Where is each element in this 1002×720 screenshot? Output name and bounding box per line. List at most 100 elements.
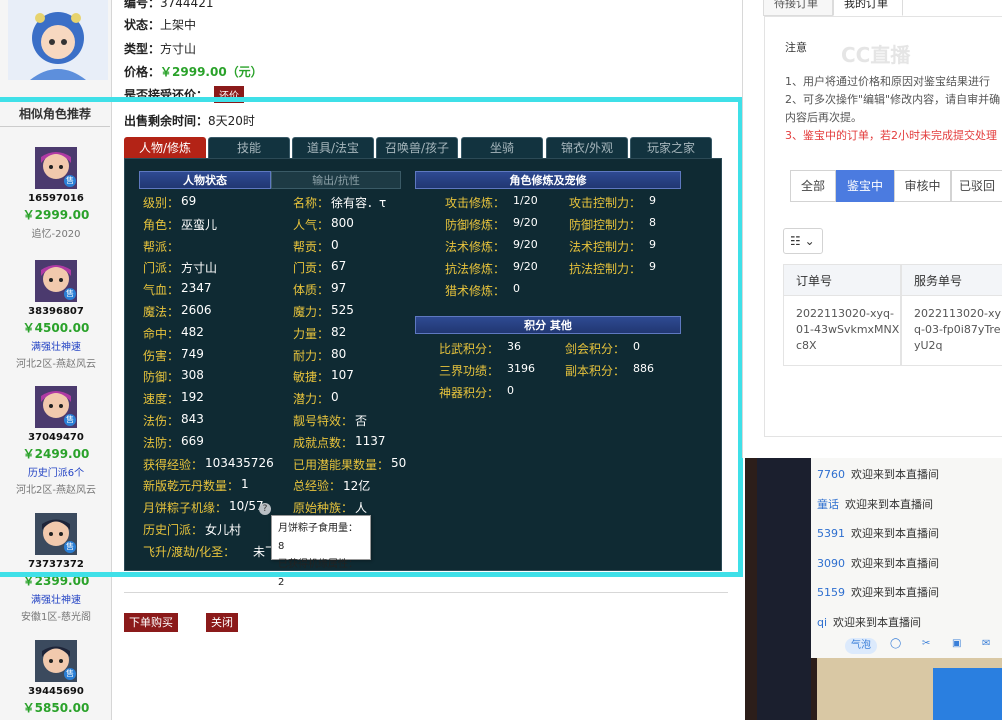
tab-my-orders[interactable]: 我的订单: [833, 0, 903, 16]
role-id: 39445690: [28, 686, 84, 697]
points-label: 神器积分：: [439, 386, 500, 400]
filter-appraising[interactable]: 鉴宝中: [836, 170, 894, 202]
filter-all[interactable]: 全部: [790, 170, 836, 202]
filter-rejected[interactable]: 已驳回: [951, 170, 1002, 202]
cultivation-label: 法术修炼：: [445, 240, 506, 254]
bubble-button[interactable]: 气泡: [845, 638, 877, 654]
detail-tabs: 人物/修炼 技能 道具/法宝 召唤兽/孩子 坐骑 锦衣/外观 玩家之家: [124, 137, 724, 159]
notice-title: 注意: [785, 41, 807, 54]
role-thumbnail[interactable]: 售: [35, 147, 77, 189]
points-label: 剑会积分：: [565, 342, 626, 356]
tab-character[interactable]: 人物/修炼: [124, 137, 206, 158]
col-service-no: 服务单号: [901, 264, 1002, 296]
filter-reviewing[interactable]: 审核中: [894, 170, 951, 202]
chat-username[interactable]: 童话: [817, 498, 839, 511]
tab-skills[interactable]: 技能: [208, 137, 290, 158]
close-button[interactable]: 关闭: [206, 613, 238, 632]
stat-label: 成就点数：: [293, 435, 354, 450]
output-resist-header[interactable]: 输出/抗性: [271, 171, 401, 189]
control-value: 9: [649, 238, 656, 251]
role-thumbnail[interactable]: 售: [35, 640, 77, 682]
chat-icon[interactable]: ✉: [982, 638, 990, 654]
info-icon[interactable]: ?: [259, 503, 271, 515]
stat-label: 原始种族：: [293, 501, 354, 516]
role-id: 16597016: [28, 193, 84, 204]
similar-role-item[interactable]: 售 73737372 ￥2399.00 满强壮神速 安徽1区-慈光阁: [0, 513, 112, 623]
buy-button[interactable]: 下单购买: [124, 613, 178, 632]
role-id: 38396807: [28, 306, 84, 317]
stat-value: 80: [331, 346, 347, 361]
control-label: 抗法控制力：: [569, 262, 642, 276]
chat-text: 欢迎来到本直播间: [851, 468, 939, 481]
similar-role-item[interactable]: 售 37049470 ￥2499.00 历史门派6个 河北2区-燕赵风云: [0, 386, 112, 496]
chat-username[interactable]: 3090: [817, 557, 845, 570]
chat-username[interactable]: 5159: [817, 586, 845, 599]
points-value: 0: [633, 340, 640, 353]
role-detail-panel: 编号：3744421 状态：上架中 类型：方寸山 价格：￥2999.00（元） …: [112, 0, 742, 720]
tab-mounts[interactable]: 坐骑: [461, 137, 543, 158]
counter-offer-label: 是否接受还价：: [124, 88, 209, 102]
points-label: 副本积分：: [565, 364, 626, 378]
type-line: 类型：方寸山: [124, 40, 196, 57]
counter-offer-button[interactable]: 还价: [214, 86, 245, 103]
tab-pending-orders[interactable]: 待接订单: [763, 0, 833, 16]
control-value: 8: [649, 216, 656, 229]
appraisal-order-window: 待接订单 我的订单 注意 CC直播 1、用户将通过价格和原因对鉴宝结果进行 2、…: [742, 0, 1002, 458]
cultivation-value: 1/20: [513, 194, 538, 207]
image-icon[interactable]: ▣: [952, 638, 961, 654]
stat-label: 人气：: [293, 217, 330, 232]
time-left-line: 出售剩余时间：8天20时: [124, 112, 255, 129]
stream-overlay-accent: [933, 668, 1002, 720]
chat-username[interactable]: 7760: [817, 468, 845, 481]
mooncake-tooltip: 月饼粽子食用量：8 已获得机缘属性：2: [271, 515, 371, 588]
role-tag: 满强壮神速: [31, 342, 81, 353]
stat-label: 靓号特效：: [293, 414, 354, 428]
tab-pets[interactable]: 召唤兽/孩子: [376, 137, 458, 158]
stat-value: 人: [355, 501, 368, 516]
type-value: 方寸山: [160, 42, 197, 56]
stream-watermark: CC直播: [841, 43, 911, 67]
cultivation-value: 9/20: [513, 238, 538, 251]
stat-value: 方寸山: [181, 261, 218, 276]
similar-role-item[interactable]: 售 16597016 ￥2999.00 追忆-2020: [0, 147, 112, 240]
clock-icon[interactable]: ◯: [890, 638, 901, 654]
stat-label: 获得经验：: [143, 457, 204, 472]
stat-label: 法伤：: [143, 414, 180, 428]
chat-text: 欢迎来到本直播间: [845, 497, 933, 511]
role-thumbnail[interactable]: 售: [35, 513, 77, 555]
stat-label: 速度：: [143, 392, 180, 407]
counter-offer-line: 是否接受还价： 还价: [124, 86, 245, 103]
similar-role-item[interactable]: 售 38396807 ￥4500.00 满强壮神速 河北2区-燕赵风云: [0, 260, 112, 370]
tab-outfits[interactable]: 锦衣/外观: [546, 137, 628, 158]
sale-badge: 售: [64, 414, 76, 426]
column-toggle[interactable]: ☷ ⌄: [783, 228, 823, 254]
chat-message: 5391 欢迎来到本直播间: [817, 525, 939, 541]
control-label: 攻击控制力：: [569, 196, 642, 210]
points-label: 比武积分：: [439, 342, 500, 356]
stat-value: 2606: [181, 303, 212, 317]
role-id: 73737372: [28, 559, 84, 570]
control-value: 9: [649, 194, 656, 207]
tab-items[interactable]: 道具/法宝: [292, 137, 374, 158]
stat-label: 角色：: [143, 217, 180, 232]
role-price: ￥5850.00: [22, 701, 90, 715]
stat-label: 魔力：: [293, 305, 330, 319]
control-label: 法术控制力：: [569, 240, 642, 254]
character-portrait: [8, 0, 108, 80]
scissors-icon[interactable]: ✂: [922, 638, 930, 654]
role-id: 37049470: [28, 432, 84, 443]
notice-line-4: 3、鉴宝中的订单，若2小时未完成提交处理: [785, 129, 997, 142]
tab-home[interactable]: 玩家之家: [630, 137, 712, 158]
similar-role-item[interactable]: 售 39445690 ￥5850.00: [0, 640, 112, 716]
chat-username[interactable]: 5391: [817, 527, 845, 540]
stat-label: 帮派：: [143, 239, 180, 254]
stat-value: 徐有容．τ: [331, 196, 387, 210]
chat-text: 欢迎来到本直播间: [851, 527, 939, 540]
chat-username[interactable]: qi: [817, 616, 827, 629]
role-thumbnail[interactable]: 售: [35, 386, 77, 428]
stat-label: 帮贡：: [293, 239, 330, 254]
role-tag: 满强壮神速: [31, 595, 81, 606]
role-thumbnail[interactable]: 售: [35, 260, 77, 302]
live-stream-chat: 7760 欢迎来到本直播间 童话 欢迎来到本直播间 5391 欢迎来到本直播间 3090 欢迎…: [745, 458, 1002, 720]
role-price: ￥2999.00: [22, 208, 90, 222]
